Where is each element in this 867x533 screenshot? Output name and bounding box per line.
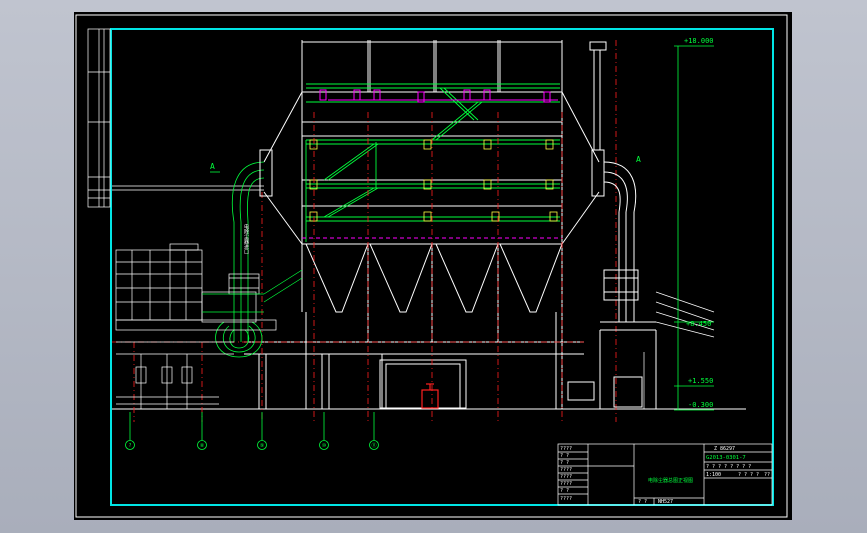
left-equipment: [115, 243, 277, 409]
drawing-sheet[interactable]: +18.000 +8.450 +1.550 -0.300 A A 电除尘器进口: [74, 12, 792, 520]
axis-label-2: ⑧: [200, 443, 205, 449]
support-structure: [244, 312, 584, 409]
inlet-duct: [215, 161, 265, 358]
elev-low: +1.550: [688, 377, 713, 385]
tb-rows-right-a: ? ? ? ? ? ? ? ?: [706, 464, 751, 470]
tb-drawing-no: G2013-0301-7: [706, 455, 746, 461]
tb-sheet: ??: [764, 472, 770, 478]
tb-row-6: ????: [560, 481, 572, 487]
elevation-markers: [210, 45, 714, 411]
inlet-flange: [259, 149, 273, 197]
tb-code-top: Z 86297: [714, 446, 735, 452]
axis-label-5: ⑪: [371, 442, 376, 449]
tb-row-5: ????: [560, 474, 572, 480]
binding-strip: [87, 28, 111, 208]
tb-footer-mid: NH527: [658, 499, 673, 505]
outlet-section-arrow: A: [636, 155, 641, 164]
tb-row-7: ? ?: [560, 488, 569, 494]
axis-bubbles: [125, 412, 379, 450]
tb-row-4: ????: [560, 467, 572, 473]
axis-label-3: ⑨: [260, 443, 265, 449]
left-equipment-green: [202, 269, 303, 313]
tb-row-3: ? ?: [560, 460, 569, 466]
cad-viewport: +18.000 +8.450 +1.550 -0.300 A A 电除尘器进口: [0, 0, 867, 533]
axis-label-4: ⑩: [322, 443, 327, 449]
elev-ground: -0.300: [688, 401, 713, 409]
tb-row-1: ????: [560, 446, 572, 452]
tb-footer-left: ? ?: [638, 499, 647, 505]
elev-top: +18.000: [684, 37, 714, 45]
inlet-section-arrow: A: [210, 162, 215, 171]
inlet-vertical-label: 电除尘器进口: [243, 223, 249, 255]
tb-title: 电除尘器总图正视图: [648, 477, 693, 484]
ash-pump: [421, 383, 439, 409]
outlet-ramps: [643, 291, 715, 409]
tb-rows-right-b: ? ? ? ?: [738, 472, 759, 478]
drawing-canvas: +18.000 +8.450 +1.550 -0.300 A A 电除尘器进口: [75, 14, 788, 518]
tb-scale: 1:100: [706, 472, 721, 478]
platforms: [305, 83, 560, 242]
axis-label-1: ?: [128, 443, 131, 449]
tb-row-2: ? ?: [560, 453, 569, 459]
elev-mid: +8.450: [686, 320, 711, 328]
tb-row-8: ????: [560, 496, 572, 502]
red-centerlines: [112, 40, 617, 422]
